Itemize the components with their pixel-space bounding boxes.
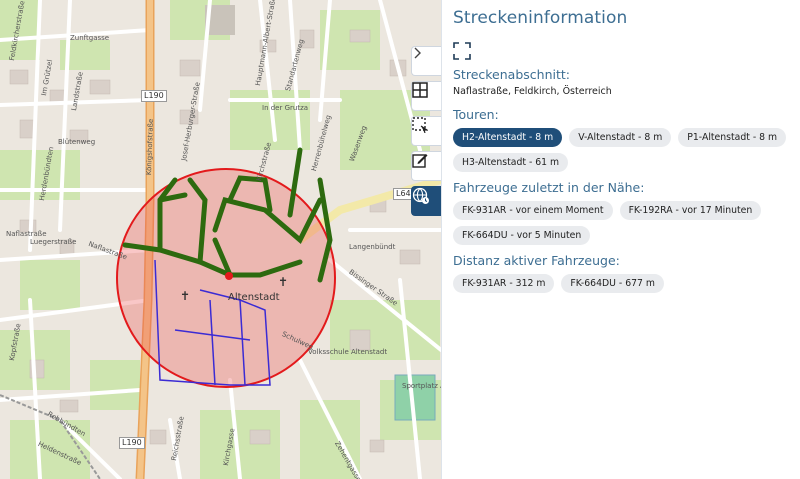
grid-icon	[412, 82, 428, 98]
distance-list: FK-931AR - 312 m FK-664DU - 677 m	[453, 274, 798, 293]
street-label: Luegerstraße	[30, 238, 77, 246]
section-value: Naflastraße, Feldkirch, Österreich	[453, 86, 612, 97]
road-shield-l190-top: L190	[141, 90, 167, 102]
distance-label: Distanz aktiver Fahrzeuge:	[453, 253, 620, 268]
map[interactable]: ✝ ✝ L190 L190 L64 Zunftgasse Feldkircher…	[0, 0, 441, 479]
street-label: Langenbündt	[349, 243, 396, 251]
street-label: Zunftgasse	[70, 34, 110, 42]
street-label: In der Grutza	[262, 104, 309, 112]
street-label: Blütenweg	[58, 138, 96, 146]
globe-icon	[412, 187, 429, 204]
fullscreen-button[interactable]	[453, 42, 471, 64]
distance-chip[interactable]: FK-931AR - 312 m	[453, 274, 555, 293]
tour-chip[interactable]: P1-Altenstadt - 8 m	[678, 128, 787, 147]
info-panel: Streckeninformation Streckenabschnitt: N…	[441, 0, 800, 479]
distance-chip[interactable]: FK-664DU - 677 m	[561, 274, 664, 293]
vehicle-chip[interactable]: FK-192RA - vor 17 Minuten	[619, 201, 762, 220]
vehicle-chip[interactable]: FK-931AR - vor einem Moment	[453, 201, 613, 220]
vehicles-list: FK-931AR - vor einem Moment FK-192RA - v…	[453, 201, 798, 245]
tour-chip[interactable]: H3-Altenstadt - 61 m	[453, 153, 569, 172]
road-shield-l190-bottom: L190	[119, 437, 145, 449]
layers-button[interactable]	[411, 81, 441, 111]
select-area-button[interactable]	[411, 116, 441, 146]
edit-button[interactable]	[411, 151, 441, 181]
poi-label: Volksschule Altenstadt	[308, 348, 388, 356]
section-label: Streckenabschnitt:	[453, 67, 570, 82]
svg-text:✝: ✝	[278, 275, 288, 289]
street-label: Naflastraße	[6, 230, 47, 238]
tour-chip[interactable]: V-Altenstadt - 8 m	[569, 128, 672, 147]
vehicles-label: Fahrzeuge zuletzt in der Nähe:	[453, 180, 645, 195]
tour-chip[interactable]: H2-Altenstadt - 8 m	[453, 128, 563, 147]
location-marker	[225, 272, 233, 280]
district-label: Altenstadt	[228, 292, 280, 303]
select-area-icon	[412, 117, 428, 133]
svg-text:✝: ✝	[180, 289, 190, 303]
vehicle-chip[interactable]: FK-664DU - vor 5 Minuten	[453, 226, 591, 245]
route-info-button[interactable]	[411, 186, 441, 216]
fullscreen-icon	[453, 42, 471, 60]
tours-list: H2-Altenstadt - 8 m V-Altenstadt - 8 m P…	[453, 128, 798, 172]
collapse-panel-button[interactable]	[411, 46, 441, 76]
chevron-right-icon	[414, 47, 421, 59]
edit-icon	[412, 154, 428, 168]
panel-title: Streckeninformation	[453, 8, 628, 28]
tours-label: Touren:	[453, 107, 499, 122]
poi-label: Sportplatz Amberg	[402, 382, 441, 390]
